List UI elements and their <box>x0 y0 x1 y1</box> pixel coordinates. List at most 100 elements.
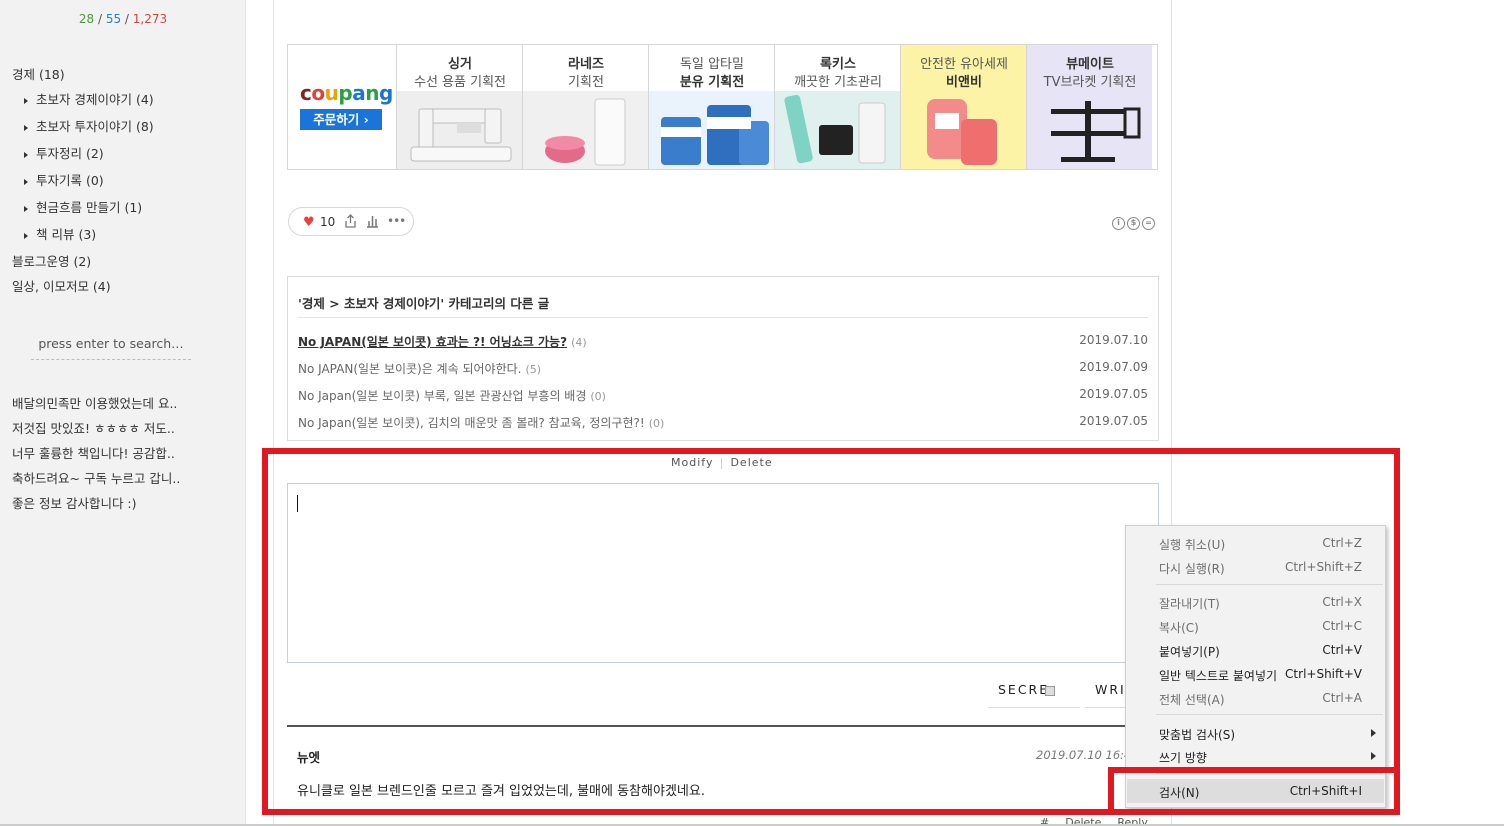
related-post-item[interactable]: No JAPAN(일본 보이콧)은 계속 되어야한다. (5) 2019.07.0… <box>298 360 1148 377</box>
ad-tile-subtitle: 비앤비 <box>946 75 982 90</box>
menu-item-label: 다시 실행(R) <box>1159 562 1225 576</box>
bullet-triangle-icon <box>24 151 28 158</box>
counter-total: 1,273 <box>132 12 168 26</box>
heart-icon[interactable]: ♥ <box>303 215 315 230</box>
share-icon[interactable] <box>344 214 357 228</box>
category-label: 투자기록 (0) <box>36 173 104 188</box>
cc-by-icon: i <box>1112 217 1125 230</box>
menu-item-spellcheck[interactable]: 맞춤법 검사(S) <box>1127 721 1384 745</box>
cosmetics-image <box>523 91 648 169</box>
like-count: 10 <box>320 215 336 229</box>
ad-tile-title: 뷰메이트 <box>1066 57 1114 72</box>
menu-item-select-all[interactable]: 전체 선택(A) Ctrl+A <box>1127 686 1384 710</box>
more-options-icon[interactable]: ••• <box>387 214 406 228</box>
related-post-comment-count: (0) <box>590 390 606 403</box>
skincare-image <box>775 91 900 169</box>
reaction-bar: ♥ 10 ••• <box>288 207 414 236</box>
ad-tile-laneige[interactable]: 라네즈 기획전 <box>522 45 648 169</box>
ad-tile-subtitle: 기획전 <box>568 75 604 90</box>
related-post-title[interactable]: No JAPAN(일본 보이콧) 효과는 ?! 어닝쇼크 가능? <box>298 335 567 349</box>
divider <box>298 317 1148 318</box>
related-post-comment-count: (4) <box>571 336 587 349</box>
checkbox-icon[interactable] <box>1045 685 1056 696</box>
tv-bracket-image <box>1027 91 1152 169</box>
stats-icon[interactable] <box>366 214 379 228</box>
recent-comment[interactable]: 배달의민족만 이용했었는데 요.. <box>12 393 177 412</box>
menu-item-redo[interactable]: 다시 실행(R) Ctrl+Shift+Z <box>1127 555 1384 579</box>
menu-item-undo[interactable]: 실행 취소(U) Ctrl+Z <box>1127 531 1384 555</box>
category-cashflow[interactable]: 현금흐름 만들기 (1) <box>24 197 142 216</box>
related-post-comment-count: (0) <box>648 417 665 430</box>
menu-item-label: 전체 선택(A) <box>1159 693 1225 707</box>
ad-tile-rockis[interactable]: 록키스 깨끗한 기초관리 <box>774 45 900 169</box>
ad-tile-bnb[interactable]: 안전한 유아세제 비앤비 <box>900 45 1026 169</box>
category-beginner-economy[interactable]: 초보자 경제이야기 (4) <box>24 89 154 108</box>
menu-item-paste-plain-text[interactable]: 일반 텍스트로 붙여넣기 Ctrl+Shift+V <box>1127 662 1384 686</box>
counter-separator: / <box>97 12 102 26</box>
coupang-logo-block[interactable]: coupang 주문하기 › <box>288 45 396 169</box>
menu-item-shortcut: Ctrl+X <box>1322 595 1362 609</box>
menu-item-shortcut: Ctrl+C <box>1322 619 1362 633</box>
category-label: 현금흐름 만들기 (1) <box>36 200 143 215</box>
menu-separator <box>1156 584 1383 585</box>
counter-yesterday: 55 <box>105 12 122 26</box>
sidebar: 28 / 55 / 1,273 경제 (18) 초보자 경제이야기 (4) 초보… <box>0 0 246 826</box>
menu-item-shortcut: Ctrl+A <box>1322 691 1362 705</box>
category-blog[interactable]: 블로그운영 (2) <box>12 251 91 270</box>
related-post-item[interactable]: No Japan(일본 보이콧) 부록, 일본 관광산업 부흥의 배경 (0) 2… <box>298 387 1148 404</box>
coupang-ad-banner[interactable]: coupang 주문하기 › 싱거 수선 용품 기획전 라네즈 기획전 독일 압… <box>287 44 1158 170</box>
category-book-review[interactable]: 책 리뷰 (3) <box>24 224 96 243</box>
menu-item-label: 복사(C) <box>1159 621 1199 635</box>
detergent-image <box>901 91 1026 169</box>
menu-separator <box>1156 714 1383 715</box>
category-invest-summary[interactable]: 투자정리 (2) <box>24 143 104 162</box>
related-post-date: 2019.07.10 <box>1079 333 1148 347</box>
search-input[interactable] <box>31 336 191 351</box>
recent-comment[interactable]: 좋은 정보 감사합니다 :) <box>12 493 137 512</box>
secret-checkbox[interactable]: SECRE <box>988 672 1080 708</box>
delete-link[interactable]: Delete <box>730 456 772 469</box>
menu-item-inspect[interactable]: 검사(N) Ctrl+Shift+I <box>1127 779 1384 803</box>
menu-item-cut[interactable]: 잘라내기(T) Ctrl+X <box>1127 590 1384 614</box>
menu-item-label: 잘라내기(T) <box>1159 597 1220 611</box>
search-box <box>31 333 191 360</box>
visitor-counter: 28 / 55 / 1,273 <box>0 12 246 26</box>
related-post-item[interactable]: No JAPAN(일본 보이콧) 효과는 ?! 어닝쇼크 가능? (4) 2019… <box>298 333 1148 350</box>
recent-comment[interactable]: 축하드려요~ 구독 누르고 갑니.. <box>12 468 180 487</box>
recent-comment[interactable]: 너무 훌륭한 책입니다! 공감합.. <box>12 443 175 462</box>
category-invest-record[interactable]: 투자기록 (0) <box>24 170 104 189</box>
ad-tile-singer[interactable]: 싱거 수선 용품 기획전 <box>396 45 522 169</box>
order-button[interactable]: 주문하기 › <box>300 109 382 130</box>
ad-tile-viewmate[interactable]: 뷰메이트 TV브라켓 기획전 <box>1026 45 1152 169</box>
recent-comment[interactable]: 저것집 맛있죠! ㅎㅎㅎㅎ 저도.. <box>12 418 175 437</box>
modify-link[interactable]: Modify <box>671 456 713 469</box>
cc-license-icons: i $ = <box>1112 214 1157 230</box>
ad-tile-subtitle: 수선 용품 기획전 <box>414 75 506 90</box>
comment-textarea[interactable] <box>287 483 1159 663</box>
category-daily[interactable]: 일상, 이모저모 (4) <box>12 276 111 295</box>
sewing-machine-image <box>397 91 522 169</box>
ad-tile-subtitle: 분유 기획전 <box>679 75 745 90</box>
related-post-item[interactable]: No Japan(일본 보이콧), 김치의 매운맛 좀 볼래? 참교육, 정의구… <box>298 414 1148 431</box>
comment-list-divider <box>287 725 1159 727</box>
menu-item-label: 쓰기 방향 <box>1159 751 1207 765</box>
ad-tile-title: 싱거 <box>448 57 472 72</box>
related-post-comment-count: (5) <box>525 363 542 376</box>
related-post-title[interactable]: No JAPAN(일본 보이콧)은 계속 되어야한다. <box>298 362 521 376</box>
related-post-title[interactable]: No Japan(일본 보이콧) 부록, 일본 관광산업 부흥의 배경 <box>298 389 586 403</box>
category-economy[interactable]: 경제 (18) <box>12 64 65 83</box>
ad-tile-title: 록키스 <box>820 57 856 72</box>
divider <box>721 457 723 469</box>
menu-item-shortcut: Ctrl+Shift+I <box>1289 784 1362 798</box>
menu-item-paste[interactable]: 붙여넣기(P) Ctrl+V <box>1127 638 1384 662</box>
menu-item-label: 실행 취소(U) <box>1159 538 1226 552</box>
ad-tile-title: 라네즈 <box>568 57 604 72</box>
related-post-title[interactable]: No Japan(일본 보이콧), 김치의 매운맛 좀 볼래? 참교육, 정의구… <box>298 416 645 430</box>
menu-item-copy[interactable]: 복사(C) Ctrl+C <box>1127 614 1384 638</box>
comment-date: 2019.07.10 16:46 <box>1036 748 1139 762</box>
post-actions: Modify Delete <box>671 456 773 469</box>
menu-item-writing-direction[interactable]: 쓰기 방향 <box>1127 744 1384 768</box>
comment-author[interactable]: 뉴엣 <box>297 747 320 766</box>
ad-tile-aptamil[interactable]: 독일 압타밀 분유 기획전 <box>648 45 774 169</box>
category-beginner-invest[interactable]: 초보자 투자이야기 (8) <box>24 116 154 135</box>
